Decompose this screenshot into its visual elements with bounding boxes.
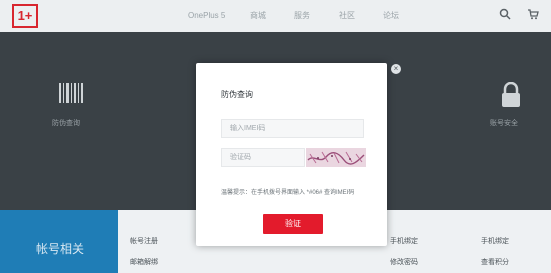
imei-placeholder: 输入IMEI码 [230,125,266,132]
nav-community[interactable]: 社区 [339,0,355,32]
lock-icon[interactable] [500,81,522,114]
verify-button[interactable]: 验证 [263,214,323,234]
search-icon[interactable] [497,8,513,24]
logo-text: 1+ [17,8,33,23]
nav-oneplus5[interactable]: OnePlus 5 [188,0,225,32]
link-change-password[interactable]: 修改密码 [390,257,418,267]
top-navigation-bar [0,0,551,32]
link-account-register[interactable]: 帐号注册 [130,236,158,246]
nav-service[interactable]: 服务 [294,0,310,32]
modal-title: 防伪查询 [221,90,253,99]
link-phone-binding[interactable]: 手机绑定 [481,236,509,246]
barcode-icon[interactable] [58,82,84,110]
nav-mall[interactable]: 商城 [250,0,266,32]
account-category-title: 帐号相关 [36,242,85,256]
link-email-unbind[interactable]: 邮箱解绑 [130,257,158,267]
verification-code-input[interactable]: 验证码 [221,148,305,167]
captcha-image[interactable] [306,148,366,167]
nav-forum[interactable]: 论坛 [383,0,399,32]
imei-input[interactable]: 输入IMEI码 [221,119,364,138]
code-placeholder: 验证码 [230,154,251,161]
imei-tip: 温馨提示：在手机拨号界面输入 *#06# 查询IMEI码 [221,190,355,196]
close-icon[interactable]: × [391,64,401,74]
cart-icon[interactable] [525,8,541,24]
hero-right-label[interactable]: 账号安全 [490,118,518,128]
link-phone-bind[interactable]: 手机绑定 [390,236,418,246]
oneplus-logo[interactable]: 1+ [12,4,38,28]
hero-left-label[interactable]: 防伪查询 [52,118,80,128]
link-view-points[interactable]: 查看积分 [481,257,509,267]
